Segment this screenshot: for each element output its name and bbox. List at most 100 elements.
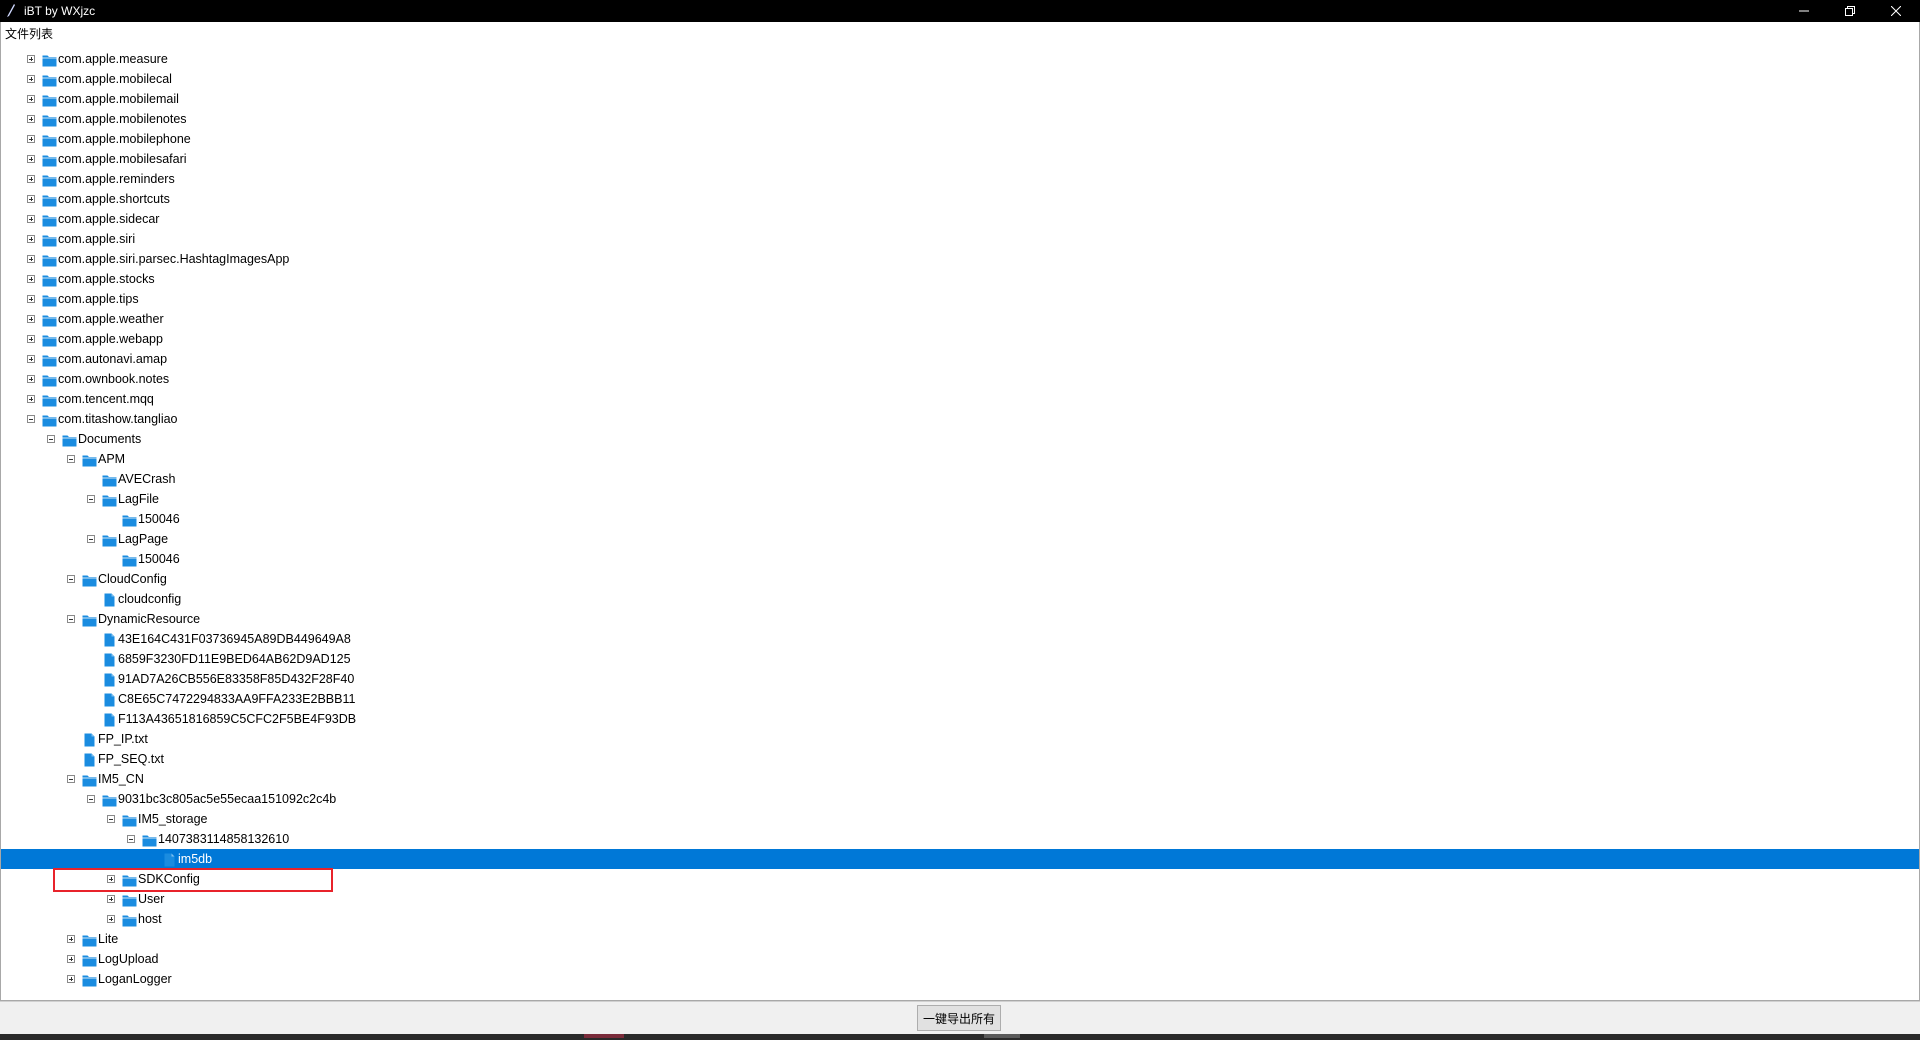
tree-node[interactable]: com.tencent.mqq bbox=[1, 389, 1919, 409]
collapse-minus-icon[interactable] bbox=[67, 575, 75, 583]
tree-node[interactable]: com.apple.stocks bbox=[1, 269, 1919, 289]
tree-node[interactable]: IM5_CN bbox=[1, 769, 1919, 789]
expand-plus-icon[interactable] bbox=[67, 955, 75, 963]
tree-node-label: com.apple.measure bbox=[58, 52, 168, 66]
expand-plus-icon[interactable] bbox=[27, 275, 35, 283]
tree-node[interactable]: host bbox=[1, 909, 1919, 929]
expand-plus-icon[interactable] bbox=[27, 115, 35, 123]
tree-node[interactable]: 91AD7A26CB556E83358F85D432F28F40 bbox=[1, 669, 1919, 689]
expand-plus-icon[interactable] bbox=[27, 95, 35, 103]
expand-plus-icon[interactable] bbox=[27, 155, 35, 163]
tree-node[interactable]: Documents bbox=[1, 429, 1919, 449]
file-tree[interactable]: com.apple.measure com.apple.mobilecal com.… bbox=[1, 49, 1919, 989]
expand-plus-icon[interactable] bbox=[27, 195, 35, 203]
tree-node[interactable]: 9031bc3c805ac5e55ecaa151092c2c4b bbox=[1, 789, 1919, 809]
collapse-minus-icon[interactable] bbox=[67, 455, 75, 463]
tree-node[interactable]: IM5_storage bbox=[1, 809, 1919, 829]
expand-plus-icon[interactable] bbox=[27, 255, 35, 263]
tree-node[interactable]: LagPage bbox=[1, 529, 1919, 549]
taskbar-item[interactable] bbox=[984, 1034, 1020, 1038]
expand-plus-icon[interactable] bbox=[107, 915, 115, 923]
folder-icon bbox=[42, 252, 57, 267]
tree-node[interactable]: com.apple.siri bbox=[1, 229, 1919, 249]
expand-plus-icon[interactable] bbox=[107, 895, 115, 903]
tree-node[interactable]: C8E65C7472294833AA9FFA233E2BBB11 bbox=[1, 689, 1919, 709]
expand-plus-icon[interactable] bbox=[27, 175, 35, 183]
tree-node[interactable]: AVECrash bbox=[1, 469, 1919, 489]
tree-node[interactable]: 150046 bbox=[1, 509, 1919, 529]
tree-node[interactable]: SDKConfig bbox=[1, 869, 1919, 889]
tree-node[interactable]: com.ownbook.notes bbox=[1, 369, 1919, 389]
file-tree-panel[interactable]: 文件列表 com.apple.measure com.apple.mobileca… bbox=[0, 22, 1920, 1001]
restore-button[interactable] bbox=[1827, 0, 1873, 22]
tree-node-label: com.apple.tips bbox=[58, 292, 139, 306]
tree-node[interactable]: com.apple.reminders bbox=[1, 169, 1919, 189]
tree-node[interactable]: LoganLogger bbox=[1, 969, 1919, 989]
tree-node[interactable]: com.apple.mobilenotes bbox=[1, 109, 1919, 129]
expand-plus-icon[interactable] bbox=[27, 235, 35, 243]
tree-node[interactable]: com.apple.mobilesafari bbox=[1, 149, 1919, 169]
tree-node[interactable]: com.apple.mobilecal bbox=[1, 69, 1919, 89]
minimize-button[interactable] bbox=[1781, 0, 1827, 22]
collapse-minus-icon[interactable] bbox=[47, 435, 55, 443]
folder-icon bbox=[42, 192, 57, 207]
collapse-minus-icon[interactable] bbox=[87, 795, 95, 803]
expand-plus-icon[interactable] bbox=[27, 75, 35, 83]
expand-plus-icon[interactable] bbox=[67, 935, 75, 943]
collapse-minus-icon[interactable] bbox=[27, 415, 35, 423]
tree-node[interactable]: com.apple.tips bbox=[1, 289, 1919, 309]
tree-node[interactable]: 6859F3230FD11E9BED64AB62D9AD125 bbox=[1, 649, 1919, 669]
collapse-minus-icon[interactable] bbox=[87, 495, 95, 503]
collapse-minus-icon[interactable] bbox=[67, 615, 75, 623]
expand-plus-icon[interactable] bbox=[27, 395, 35, 403]
tree-node[interactable]: 150046 bbox=[1, 549, 1919, 569]
expand-plus-icon[interactable] bbox=[67, 975, 75, 983]
expand-plus-icon[interactable] bbox=[27, 315, 35, 323]
tree-node[interactable]: APM bbox=[1, 449, 1919, 469]
tree-node-label: cloudconfig bbox=[118, 592, 182, 606]
tree-node[interactable]: im5db bbox=[1, 849, 1919, 869]
file-icon bbox=[162, 852, 177, 867]
tree-node[interactable]: LogUpload bbox=[1, 949, 1919, 969]
expand-plus-icon[interactable] bbox=[27, 55, 35, 63]
tree-node[interactable]: com.apple.mobilephone bbox=[1, 129, 1919, 149]
tree-node[interactable]: LagFile bbox=[1, 489, 1919, 509]
tree-node[interactable]: CloudConfig bbox=[1, 569, 1919, 589]
expand-plus-icon[interactable] bbox=[27, 335, 35, 343]
close-button[interactable] bbox=[1873, 0, 1919, 22]
expand-plus-icon[interactable] bbox=[27, 375, 35, 383]
file-icon bbox=[82, 752, 97, 767]
tree-node[interactable]: com.titashow.tangliao bbox=[1, 409, 1919, 429]
expand-plus-icon[interactable] bbox=[27, 215, 35, 223]
tree-node[interactable]: FP_IP.txt bbox=[1, 729, 1919, 749]
collapse-minus-icon[interactable] bbox=[107, 815, 115, 823]
taskbar-item[interactable] bbox=[584, 1034, 624, 1038]
expand-plus-icon[interactable] bbox=[27, 135, 35, 143]
tree-node[interactable]: com.apple.shortcuts bbox=[1, 189, 1919, 209]
tree-node[interactable]: com.autonavi.amap bbox=[1, 349, 1919, 369]
tree-node[interactable]: FP_SEQ.txt bbox=[1, 749, 1919, 769]
tree-node[interactable]: DynamicResource bbox=[1, 609, 1919, 629]
folder-icon bbox=[42, 292, 57, 307]
tree-node[interactable]: Lite bbox=[1, 929, 1919, 949]
tree-node[interactable]: 43E164C431F03736945A89DB449649A8 bbox=[1, 629, 1919, 649]
tree-node[interactable]: cloudconfig bbox=[1, 589, 1919, 609]
tree-node[interactable]: 1407383114858132610 bbox=[1, 829, 1919, 849]
tree-node[interactable]: com.apple.measure bbox=[1, 49, 1919, 69]
tree-node[interactable]: com.apple.siri.parsec.HashtagImagesApp bbox=[1, 249, 1919, 269]
file-icon bbox=[102, 672, 117, 687]
tree-node[interactable]: com.apple.webapp bbox=[1, 329, 1919, 349]
expand-plus-icon[interactable] bbox=[107, 875, 115, 883]
collapse-minus-icon[interactable] bbox=[87, 535, 95, 543]
tree-node[interactable]: F113A43651816859C5CFC2F5BE4F93DB bbox=[1, 709, 1919, 729]
collapse-minus-icon[interactable] bbox=[127, 835, 135, 843]
expand-plus-icon[interactable] bbox=[27, 355, 35, 363]
tree-node-label: com.autonavi.amap bbox=[58, 352, 168, 366]
tree-node[interactable]: com.apple.sidecar bbox=[1, 209, 1919, 229]
tree-node[interactable]: com.apple.mobilemail bbox=[1, 89, 1919, 109]
expand-plus-icon[interactable] bbox=[27, 295, 35, 303]
tree-node[interactable]: com.apple.weather bbox=[1, 309, 1919, 329]
export-all-button[interactable]: 一键导出所有 bbox=[917, 1005, 1001, 1031]
tree-node[interactable]: User bbox=[1, 889, 1919, 909]
collapse-minus-icon[interactable] bbox=[67, 775, 75, 783]
